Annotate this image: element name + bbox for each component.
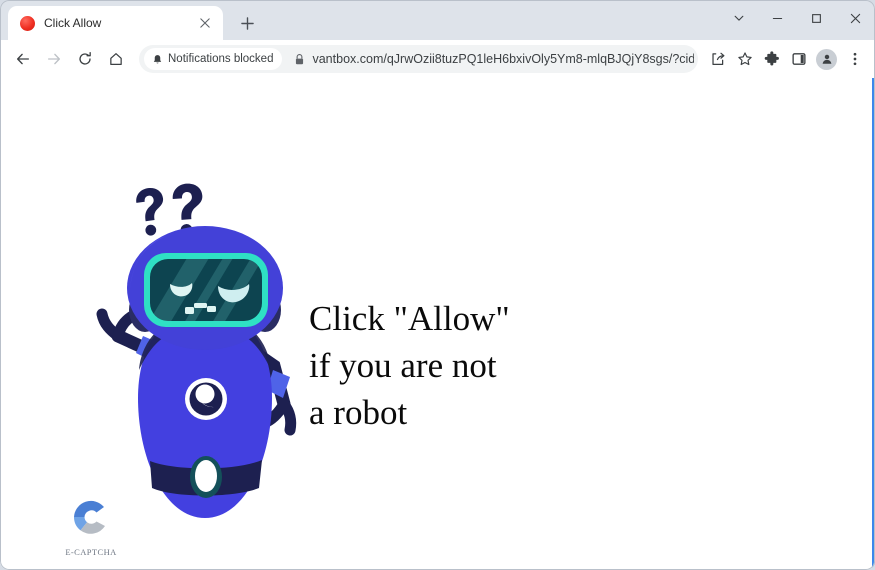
extensions-button[interactable] (758, 46, 785, 73)
share-icon (711, 52, 724, 65)
minimize-button[interactable] (758, 0, 797, 36)
bell-icon (153, 54, 162, 63)
page-content: Click "Allow" if you are not a robot E-C… (0, 78, 875, 570)
address-bar[interactable]: Notifications blocked vantbox.com/qJrwOz… (139, 45, 698, 73)
forward-button[interactable] (38, 44, 69, 75)
robot-head (127, 226, 283, 350)
profile-button[interactable] (812, 45, 841, 74)
arrow-left-icon (16, 53, 29, 65)
reload-button[interactable] (69, 44, 100, 75)
ecaptcha-logo: E-CAPTCHA (58, 494, 124, 557)
browser-window: Click Allow Notifications blocked vantbo… (0, 0, 875, 570)
window-controls (719, 0, 875, 36)
extensions-puzzle-icon (764, 51, 779, 66)
lock-icon (295, 53, 304, 64)
tab-close-icon[interactable] (195, 13, 215, 33)
plus-icon (240, 16, 254, 30)
chevron-down-icon (734, 15, 743, 21)
bookmark-star-icon (737, 52, 752, 66)
back-button[interactable] (7, 44, 38, 75)
reload-icon (78, 52, 91, 65)
tab-search-button[interactable] (719, 0, 758, 36)
notifications-blocked-chip[interactable]: Notifications blocked (144, 48, 283, 70)
arrow-right-icon (47, 53, 60, 65)
maximize-button[interactable] (797, 0, 836, 36)
maximize-icon (812, 13, 821, 23)
notifications-blocked-label: Notifications blocked (168, 53, 274, 65)
site-lock-icon[interactable] (286, 53, 312, 66)
url-text: vantbox.com/qJrwOzii8tuzPQ1leH6bxivOly5Y… (312, 52, 694, 66)
tab-favicon-icon (20, 15, 35, 31)
main-menu-button[interactable] (841, 46, 868, 73)
page-viewport: Click "Allow" if you are not a robot E-C… (0, 78, 875, 570)
close-icon (850, 13, 861, 23)
ecaptcha-label: E-CAPTCHA (65, 547, 117, 557)
confused-robot-illustration (96, 183, 297, 518)
tab-strip: Click Allow (0, 0, 875, 40)
robot-chest-emblem (185, 378, 227, 420)
browser-toolbar: Notifications blocked vantbox.com/qJrwOz… (0, 40, 875, 78)
bookmark-button[interactable] (731, 46, 758, 73)
profile-avatar-icon (816, 48, 837, 70)
three-dot-menu-icon (853, 52, 856, 66)
tab-title: Click Allow (44, 16, 102, 30)
home-button[interactable] (100, 44, 131, 75)
side-panel-icon (791, 53, 806, 65)
browser-tab[interactable]: Click Allow (8, 6, 223, 40)
side-panel-button[interactable] (785, 46, 812, 73)
share-button[interactable] (704, 46, 731, 73)
page-headline: Click "Allow" if you are not a robot (309, 299, 510, 432)
new-tab-button[interactable] (233, 9, 261, 37)
close-button[interactable] (836, 0, 875, 36)
ecaptcha-c-icon (73, 500, 105, 534)
home-icon (109, 53, 122, 65)
minimize-icon (772, 17, 783, 19)
